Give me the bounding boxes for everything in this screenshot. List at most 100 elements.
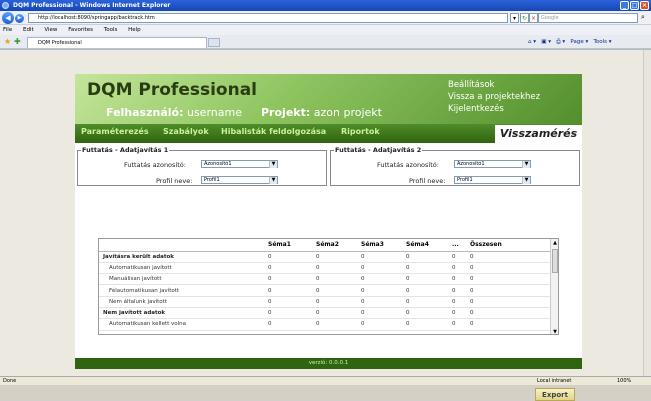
- column-header: Séma1: [264, 239, 312, 252]
- row-label: Automatikusan javított: [99, 262, 264, 275]
- cell-value: 0: [264, 251, 312, 263]
- table-row: Manuálisan javított 0 0 0 0 0 0: [99, 273, 552, 286]
- maximize-button[interactable]: □: [630, 1, 639, 10]
- cell-value: 0: [402, 251, 448, 263]
- new-tab-button[interactable]: [208, 38, 220, 47]
- export-button[interactable]: Export: [535, 388, 575, 401]
- profile-label-1: Profil neve:: [156, 177, 193, 185]
- table-row: Automatikusan kellett volna 0 0 0 0 0 0: [99, 318, 552, 331]
- nav-hibalistak[interactable]: Hibalisták feldolgozása: [221, 127, 326, 136]
- window-title: DQM Professional - Windows Internet Expl…: [13, 2, 171, 9]
- cell-value: 0: [312, 251, 357, 263]
- run-id-label-1: Futtatás azonosító:: [124, 161, 186, 169]
- cell-value: 0: [402, 273, 448, 286]
- cell-value: 0: [312, 273, 357, 286]
- main-nav: Paraméterezés Szabályok Hibalisták feldo…: [75, 124, 582, 143]
- user-project-line: Felhasználó: username Projekt: azon proj…: [106, 106, 382, 119]
- column-header: Séma2: [312, 239, 357, 252]
- results-table-wrapper: Séma1 Séma2 Séma3 Séma4 ... Összesen Jav…: [98, 238, 559, 335]
- cell-value: 0: [466, 296, 552, 308]
- stop-icon[interactable]: ×: [529, 13, 538, 23]
- run-id-select-1[interactable]: Azonosító1 ▼: [201, 160, 278, 168]
- tools-menu[interactable]: Tools: [594, 39, 608, 45]
- cell-value: 0: [312, 262, 357, 275]
- back-to-projects-link[interactable]: Vissza a projektekhez: [448, 91, 540, 103]
- menu-tools[interactable]: Tools: [104, 27, 118, 33]
- app-brand: DQM Professional: [87, 80, 257, 100]
- dropdown-icon[interactable]: ▾: [510, 13, 519, 23]
- search-input[interactable]: Google: [538, 13, 638, 23]
- column-header: [99, 239, 264, 252]
- cell-value: 0: [264, 296, 312, 308]
- cell-value: 0: [402, 262, 448, 275]
- cell-value: 0: [466, 284, 552, 297]
- cell-value: 0: [264, 262, 312, 275]
- nav-riportok[interactable]: Riportok: [341, 127, 380, 136]
- cell-value: 0: [312, 296, 357, 308]
- row-label: Javításra került adatok: [99, 251, 264, 263]
- cell-value: 0: [264, 318, 312, 331]
- menu-favorites[interactable]: Favorites: [68, 27, 93, 33]
- feeds-icon[interactable]: ▣: [541, 39, 546, 45]
- header-links: Beállítások Vissza a projektekhez Kijele…: [448, 79, 540, 115]
- url-input[interactable]: http://localhost:8090/springapp/backtrac…: [28, 13, 508, 23]
- favorites-star-icon[interactable]: ★: [4, 37, 11, 46]
- cell-value: 0: [264, 273, 312, 286]
- cell-value: 0: [402, 296, 448, 308]
- profile-label-2: Profil neve:: [409, 177, 446, 185]
- fieldset-adatjavitas-1: Futtatás - Adatjavítás 1 Futtatás azonos…: [77, 146, 327, 186]
- close-button[interactable]: ×: [640, 1, 649, 10]
- run-id-select-2[interactable]: Azonosító1 ▼: [454, 160, 531, 168]
- menu-file[interactable]: File: [3, 27, 12, 33]
- page-scrollbar[interactable]: [643, 50, 651, 377]
- menu-view[interactable]: View: [44, 27, 57, 33]
- fieldset-1-legend: Futtatás - Adatjavítás 1: [82, 146, 169, 154]
- minimize-button[interactable]: _: [620, 1, 629, 10]
- scroll-up-icon[interactable]: ▲: [551, 239, 558, 247]
- scroll-down-icon[interactable]: ▼: [551, 328, 558, 334]
- cell-value: 0: [357, 307, 402, 320]
- window-titlebar: DQM Professional - Windows Internet Expl…: [0, 0, 651, 11]
- chevron-down-icon[interactable]: ▼: [269, 177, 277, 184]
- logout-link[interactable]: Kijelentkezés: [448, 103, 540, 115]
- profile-select-2[interactable]: Profil1 ▼: [454, 176, 531, 184]
- cell-value: 0: [402, 284, 448, 297]
- page-menu[interactable]: Page: [570, 39, 583, 45]
- cell-value: 0: [357, 318, 402, 331]
- cell-value: 0: [264, 284, 312, 297]
- nav-parameterezes[interactable]: Paraméterezés: [81, 127, 149, 136]
- chevron-down-icon[interactable]: ▼: [522, 161, 530, 168]
- back-icon[interactable]: ◀: [2, 12, 14, 24]
- cell-value: 0: [466, 273, 552, 286]
- refresh-icon[interactable]: ↻: [520, 13, 529, 23]
- chevron-down-icon[interactable]: ▼: [522, 177, 530, 184]
- scroll-thumb[interactable]: [552, 249, 558, 273]
- home-icon[interactable]: ⌂: [528, 39, 532, 45]
- menu-edit[interactable]: Edit: [23, 27, 34, 33]
- cell-value: 0: [448, 251, 466, 263]
- print-icon[interactable]: ⎙: [556, 39, 560, 45]
- column-header: Séma4: [402, 239, 448, 252]
- row-label: Nem javított adatok: [99, 307, 264, 320]
- row-label: Félautomatikusan javított: [99, 284, 264, 297]
- cell-value: 0: [402, 318, 448, 331]
- add-favorites-icon[interactable]: ✚: [14, 37, 21, 46]
- menu-help[interactable]: Help: [128, 27, 141, 33]
- table-row: Nem általunk javított 0 0 0 0 0 0: [99, 296, 552, 308]
- profile-select-1[interactable]: Profil1 ▼: [201, 176, 278, 184]
- chevron-down-icon[interactable]: ▼: [269, 161, 277, 168]
- row-label: Nem általunk javított: [99, 296, 264, 308]
- settings-link[interactable]: Beállítások: [448, 79, 540, 91]
- table-row: Javításra került adatok 0 0 0 0 0 0: [99, 251, 552, 263]
- menu-bar: File Edit View Favorites Tools Help: [0, 25, 651, 35]
- forward-icon[interactable]: ▶: [15, 14, 24, 23]
- nav-visszameres-active[interactable]: Visszamérés: [495, 125, 582, 143]
- main-content: Futtatás - Adatjavítás 1 Futtatás azonos…: [75, 143, 582, 401]
- table-scrollbar[interactable]: ▲ ▼: [550, 239, 558, 334]
- ie-icon: [2, 2, 9, 9]
- cell-value: 0: [448, 307, 466, 320]
- search-icon[interactable]: ⌕: [641, 13, 645, 22]
- cell-value: 0: [357, 262, 402, 275]
- nav-szabalyok[interactable]: Szabályok: [163, 127, 209, 136]
- tab-dqm[interactable]: DQM Professional: [27, 37, 207, 48]
